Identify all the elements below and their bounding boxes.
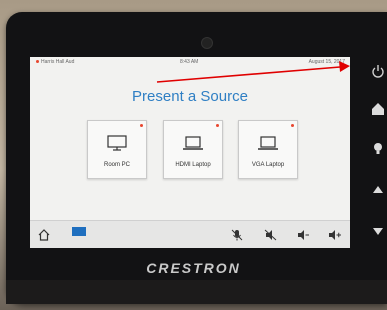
annotation-arrow-icon — [156, 61, 350, 83]
